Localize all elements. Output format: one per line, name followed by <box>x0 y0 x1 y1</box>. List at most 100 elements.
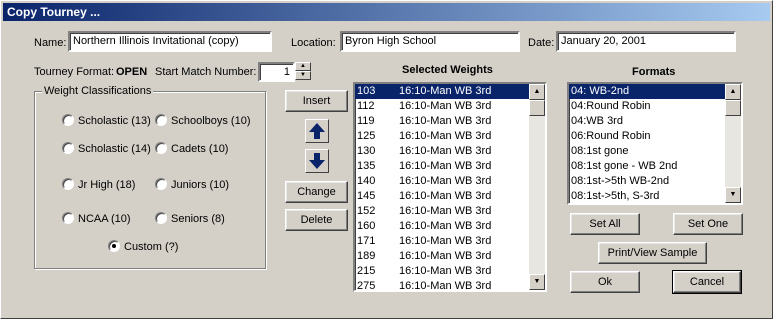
list-item[interactable]: 275 16:10-Man WB 3rd <box>355 279 529 292</box>
formats-heading: Formats <box>632 66 676 78</box>
list-item[interactable]: 145 16:10-Man WB 3rd <box>355 189 529 204</box>
list-item[interactable]: 215 16:10-Man WB 3rd <box>355 264 529 279</box>
list-item[interactable]: 06:Round Robin <box>569 129 725 144</box>
scroll-up-icon[interactable]: ▲ <box>529 84 545 100</box>
radio-juniors-10[interactable]: Juniors (10) <box>155 178 229 192</box>
weights-scrollbar[interactable]: ▲ ▼ <box>529 84 545 290</box>
weight-value: 189 <box>357 250 376 262</box>
start-match-spinner[interactable]: ▲ ▼ <box>295 62 311 81</box>
weight-format: 16:10-Man WB 3rd <box>399 235 492 247</box>
list-item[interactable]: 112 16:10-Man WB 3rd <box>355 99 529 114</box>
cancel-button[interactable]: Cancel <box>672 270 742 294</box>
weight-value: 119 <box>357 115 375 127</box>
weight-value: 103 <box>357 85 376 97</box>
radio-icon <box>62 142 74 154</box>
arrow-down-icon <box>309 153 325 169</box>
radio-seniors-8[interactable]: Seniors (8) <box>155 212 225 226</box>
date-field[interactable]: January 20, 2001 <box>556 31 736 52</box>
list-item[interactable]: 08:1st gone <box>569 144 725 159</box>
scroll-up-icon[interactable]: ▲ <box>725 84 741 100</box>
weight-value: 171 <box>357 235 376 247</box>
tourney-format-value: OPEN <box>116 66 148 78</box>
weight-value: 140 <box>357 175 376 187</box>
move-down-button[interactable] <box>305 149 329 173</box>
set-one-button[interactable]: Set One <box>673 213 743 235</box>
weight-value: 145 <box>357 190 376 202</box>
set-all-button[interactable]: Set All <box>570 213 640 235</box>
scroll-down-icon[interactable]: ▼ <box>725 187 741 203</box>
list-item[interactable]: 160 16:10-Man WB 3rd <box>355 219 529 234</box>
list-item[interactable]: 171 16:10-Man WB 3rd <box>355 234 529 249</box>
list-item[interactable]: 04: WB-2nd <box>569 84 725 99</box>
list-item[interactable]: 08:1st->5th WB-2nd <box>569 174 725 189</box>
ok-button[interactable]: Ok <box>570 271 640 293</box>
list-item[interactable]: 119 16:10-Man WB 3rd <box>355 114 529 129</box>
weight-value: 125 <box>357 130 376 142</box>
start-match-label: Start Match Number: <box>155 66 257 78</box>
weight-value: 130 <box>357 145 376 157</box>
formats-scrollbar[interactable]: ▲ ▼ <box>725 84 741 203</box>
weight-format: 16:10-Man WB 3rd <box>399 100 492 112</box>
list-item[interactable]: 130 16:10-Man WB 3rd <box>355 144 529 159</box>
insert-button[interactable]: Insert <box>285 90 348 112</box>
radio-jr-high-18[interactable]: Jr High (18) <box>62 178 135 192</box>
print-view-sample-button[interactable]: Print/View Sample <box>598 242 707 264</box>
spin-up-icon[interactable]: ▲ <box>295 62 311 71</box>
list-item[interactable]: 103 16:10-Man WB 3rd <box>355 84 529 99</box>
radio-schoolboys-10[interactable]: Schoolboys (10) <box>155 114 251 128</box>
weight-classifications-title: Weight Classifications <box>42 84 154 98</box>
radio-cadets-10[interactable]: Cadets (10) <box>155 142 228 156</box>
list-item[interactable]: 135 16:10-Man WB 3rd <box>355 159 529 174</box>
weight-format: 16:10-Man WB 3rd <box>399 205 492 217</box>
radio-icon <box>155 142 167 154</box>
spin-down-icon[interactable]: ▼ <box>295 71 311 80</box>
weight-format: 16:10-Man WB 3rd <box>399 265 492 277</box>
weight-format: 16:10-Man WB 3rd <box>399 160 492 172</box>
delete-button[interactable]: Delete <box>285 209 348 231</box>
radio-selected-icon <box>108 240 120 252</box>
radio-ncaa-10[interactable]: NCAA (10) <box>62 212 131 226</box>
scroll-thumb[interactable] <box>529 100 545 116</box>
window-title: Copy Tourney ... <box>3 3 770 21</box>
weight-value: 215 <box>357 265 376 277</box>
scroll-down-icon[interactable]: ▼ <box>529 274 545 290</box>
radio-scholastic-13[interactable]: Scholastic (13) <box>62 114 151 128</box>
weight-value: 160 <box>357 220 376 232</box>
list-item[interactable]: 08:1st gone - WB 2nd <box>569 159 725 174</box>
arrow-up-icon <box>309 123 325 139</box>
date-label: Date: <box>528 37 555 49</box>
location-field[interactable]: Byron High School <box>340 31 520 52</box>
radio-custom[interactable]: Custom (?) <box>108 240 178 254</box>
weight-format: 16:10-Man WB 3rd <box>399 190 492 202</box>
list-item[interactable]: 152 16:10-Man WB 3rd <box>355 204 529 219</box>
name-field[interactable]: Northern Illinois Invitational (copy) <box>68 31 272 52</box>
list-item[interactable]: 189 16:10-Man WB 3rd <box>355 249 529 264</box>
weight-value: 152 <box>357 205 376 217</box>
name-label: Name: <box>34 37 67 49</box>
weight-value: 135 <box>357 160 376 172</box>
radio-icon <box>155 212 167 224</box>
radio-icon <box>62 178 74 190</box>
formats-list[interactable]: 04: WB-2nd 04:Round Robin 04:WB 3rd 06:Roun… <box>567 82 743 205</box>
start-match-input[interactable]: 1 <box>258 62 295 82</box>
radio-scholastic-14[interactable]: Scholastic (14) <box>62 142 151 156</box>
list-item[interactable]: 08:1st->5th, S-3rd <box>569 189 725 203</box>
radio-icon <box>62 212 74 224</box>
weights-rows: 103 16:10-Man WB 3rd 112 16:10-Man WB 3rd 11… <box>355 84 529 292</box>
list-item[interactable]: 140 16:10-Man WB 3rd <box>355 174 529 189</box>
change-button[interactable]: Change <box>285 181 348 203</box>
list-item[interactable]: 04:WB 3rd <box>569 114 725 129</box>
weight-value: 275 <box>357 280 376 292</box>
format-rows: 04: WB-2nd 04:Round Robin 04:WB 3rd 06:Roun… <box>569 84 725 203</box>
list-item[interactable]: 04:Round Robin <box>569 99 725 114</box>
selected-weights-list[interactable]: 103 16:10-Man WB 3rd 112 16:10-Man WB 3rd 11… <box>353 82 547 292</box>
weight-format: 16:10-Man WB 3rd <box>399 145 492 157</box>
weight-format: 16:10-Man WB 3rd <box>399 250 492 262</box>
list-item[interactable]: 125 16:10-Man WB 3rd <box>355 129 529 144</box>
tourney-format-label: Tourney Format: <box>34 66 115 78</box>
selected-weights-heading: Selected Weights <box>402 64 493 76</box>
scroll-thumb[interactable] <box>725 100 741 116</box>
radio-icon <box>155 178 167 190</box>
weight-value: 112 <box>357 100 375 112</box>
move-up-button[interactable] <box>305 119 329 143</box>
